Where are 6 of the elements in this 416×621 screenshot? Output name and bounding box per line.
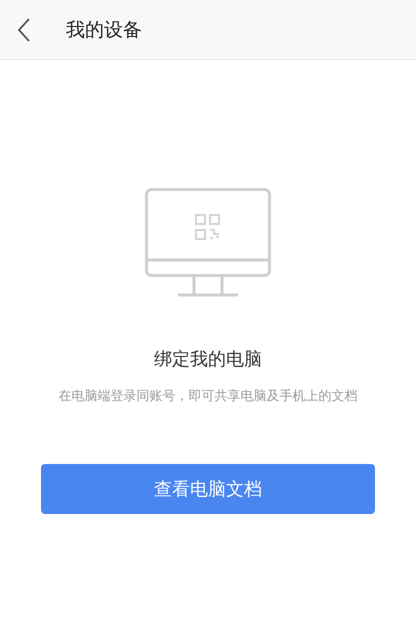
- card-title: 绑定我的电脑: [154, 348, 262, 372]
- view-documents-button[interactable]: 查看电脑文档: [41, 464, 375, 514]
- page-title: 我的设备: [66, 18, 142, 42]
- monitor-qr-icon: [145, 188, 271, 298]
- back-icon[interactable]: [17, 18, 31, 42]
- card-description: 在电脑端登录同账号，即可共享电脑及手机上的文档: [58, 388, 358, 406]
